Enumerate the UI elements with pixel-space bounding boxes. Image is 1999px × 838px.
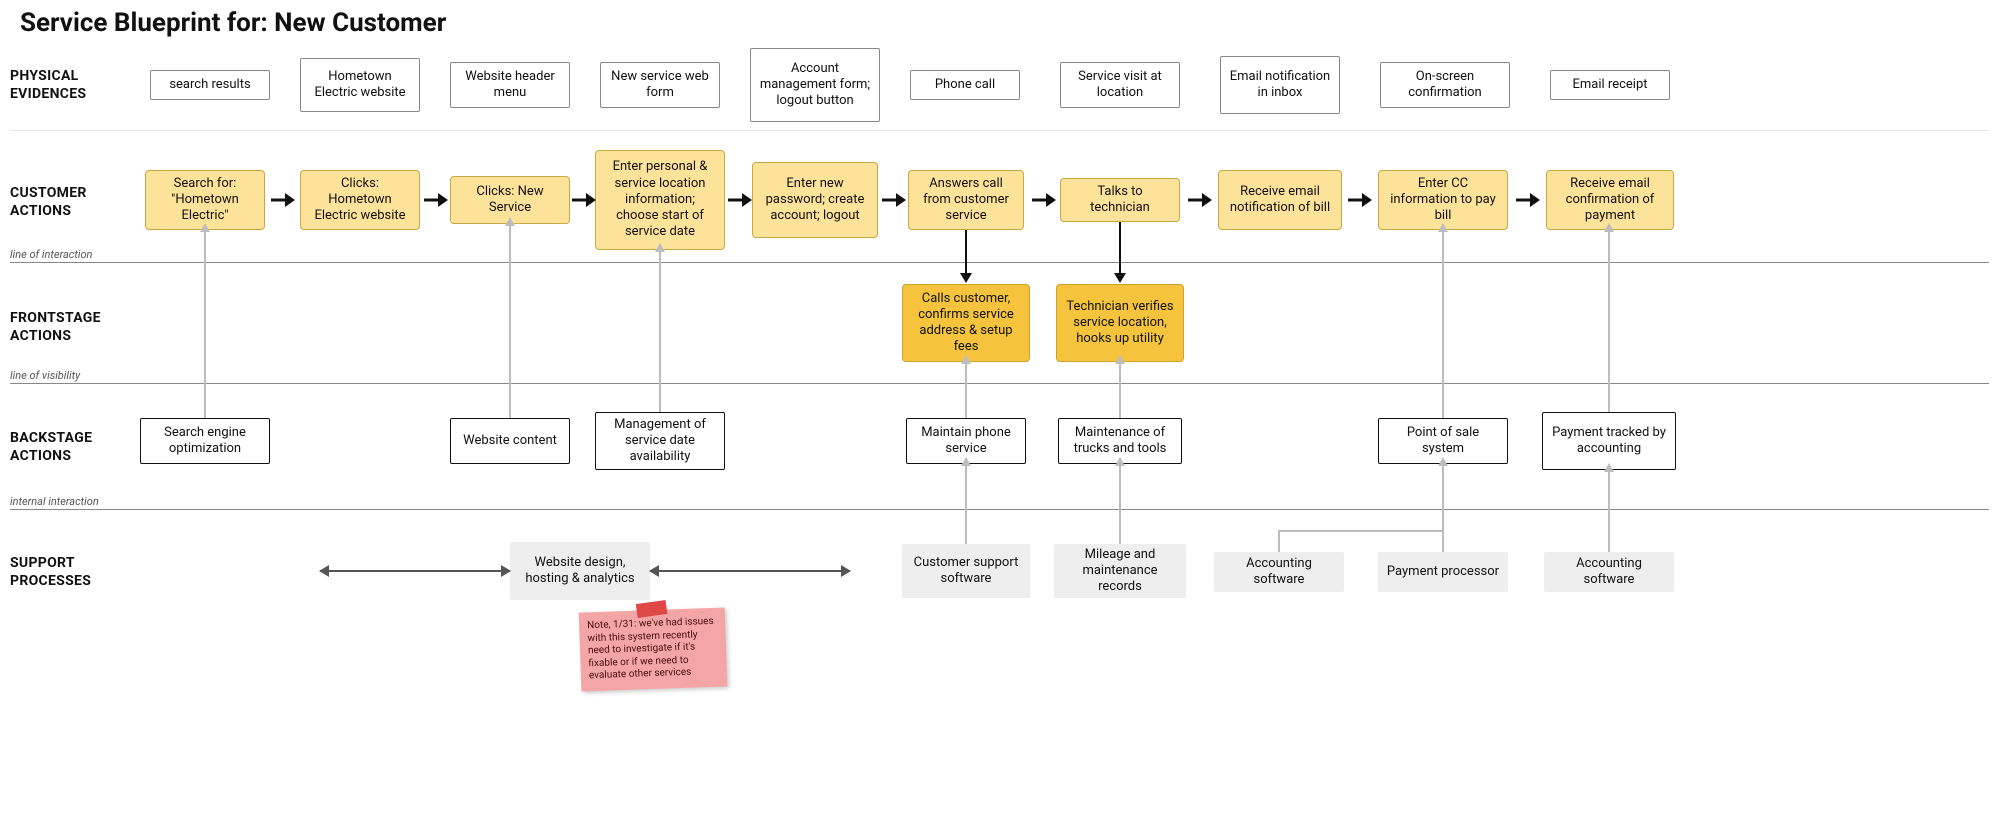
arrow-right-icon [1188, 191, 1212, 209]
arrow-right-icon [572, 191, 596, 209]
cust-9: Receive email confirmation of payment [1546, 170, 1674, 230]
line-label-interaction: line of interaction [10, 248, 92, 261]
arrow-right-icon [271, 191, 295, 209]
span-arrow-right [650, 570, 850, 572]
connector-line [659, 250, 661, 412]
arrow-up-head-icon [961, 457, 971, 466]
back-0: Search engine optimization [140, 418, 270, 464]
arrow-up-head-icon [1604, 463, 1614, 472]
phys-0: search results [150, 70, 270, 100]
connector-line [509, 224, 511, 418]
back-3: Management of service date availability [595, 412, 725, 470]
front-1: Technician verifies service location, ho… [1056, 284, 1184, 362]
line-of-interaction [10, 262, 1989, 263]
phys-5: Phone call [910, 70, 1020, 100]
cust-3: Enter personal & service location inform… [595, 150, 725, 250]
sticky-note[interactable]: Note, 1/31: we've had issues with this s… [579, 607, 728, 691]
phys-6: Service visit at location [1060, 62, 1180, 108]
arrow-right-icon [1032, 191, 1056, 209]
supp-web: Website design, hosting & analytics [510, 542, 650, 600]
arrow-right-icon [424, 191, 448, 209]
row-label-customer: CUSTOMER ACTIONS [10, 185, 87, 220]
connector-line [965, 362, 967, 418]
connector-line [1442, 230, 1444, 418]
service-blueprint: { "title": "Service Blueprint for: New C… [0, 0, 1999, 838]
arrow-up-head-icon [1115, 457, 1125, 466]
connector-line [1119, 464, 1121, 544]
supp-7: Accounting software [1214, 552, 1344, 592]
line-label-internal: internal interaction [10, 495, 99, 508]
line-internal-interaction [10, 509, 1989, 510]
cust-8: Enter CC information to pay bill [1378, 170, 1508, 230]
connector-line [1278, 530, 1280, 552]
row-label-physical: PHYSICAL EVIDENCES [10, 68, 86, 103]
arrow-up-head-icon [1604, 223, 1614, 232]
arrow-up-head-icon [1438, 223, 1448, 232]
phys-7: Email notification in inbox [1220, 56, 1340, 114]
arrow-down-icon [965, 230, 967, 274]
phys-1: Hometown Electric website [300, 58, 420, 112]
phys-8: On-screen confirmation [1380, 62, 1510, 108]
arrow-up-head-icon [1115, 355, 1125, 364]
cust-0: Search for: "Hometown Electric" [145, 170, 265, 230]
row-label-frontstage: FRONTSTAGE ACTIONS [10, 310, 101, 345]
back-9: Payment tracked by accounting [1542, 412, 1676, 470]
front-0: Calls customer, confirms service address… [902, 284, 1030, 362]
arrow-right-icon [1348, 191, 1372, 209]
cust-4: Enter new password; create account; logo… [752, 162, 878, 238]
arrow-up-head-icon [961, 355, 971, 364]
arrow-up-head-icon [200, 223, 210, 232]
cust-6: Talks to technician [1060, 178, 1180, 222]
cust-7: Receive email notification of bill [1218, 170, 1342, 230]
arrow-right-icon [882, 191, 906, 209]
back-2: Website content [450, 418, 570, 464]
page-title: Service Blueprint for: New Customer [20, 8, 446, 38]
line-of-visibility [10, 383, 1989, 384]
cust-5: Answers call from customer service [908, 170, 1024, 230]
line-label-visibility: line of visibility [10, 369, 80, 382]
arrow-down-icon [1119, 222, 1121, 274]
connector-line [965, 464, 967, 544]
row-label-support: SUPPORT PROCESSES [10, 555, 91, 590]
supp-8: Payment processor [1378, 552, 1508, 592]
span-arrow-left [320, 570, 510, 572]
row-label-backstage: BACKSTAGE ACTIONS [10, 430, 92, 465]
supp-5: Customer support software [902, 544, 1030, 598]
arrow-down-head-icon [1114, 273, 1126, 283]
arrow-right-icon [728, 191, 752, 209]
arrow-right-icon [1516, 191, 1540, 209]
connector-line [1442, 464, 1444, 552]
arrow-up-head-icon [1438, 457, 1448, 466]
cust-1: Clicks: Hometown Electric website [300, 170, 420, 230]
connector-line [1608, 230, 1610, 412]
phys-4: Account management form; logout button [750, 48, 880, 122]
connector-line [1278, 530, 1442, 532]
arrow-up-head-icon [655, 243, 665, 252]
connector-line [204, 230, 206, 418]
phys-3: New service web form [600, 62, 720, 108]
supp-6: Mileage and maintenance records [1054, 544, 1186, 598]
connector-line [1608, 470, 1610, 552]
phys-9: Email receipt [1550, 70, 1670, 100]
connector-line [1119, 362, 1121, 418]
arrow-up-head-icon [505, 217, 515, 226]
supp-9: Accounting software [1544, 552, 1674, 592]
divider-top [10, 130, 1989, 131]
phys-2: Website header menu [450, 62, 570, 108]
arrow-down-head-icon [960, 273, 972, 283]
